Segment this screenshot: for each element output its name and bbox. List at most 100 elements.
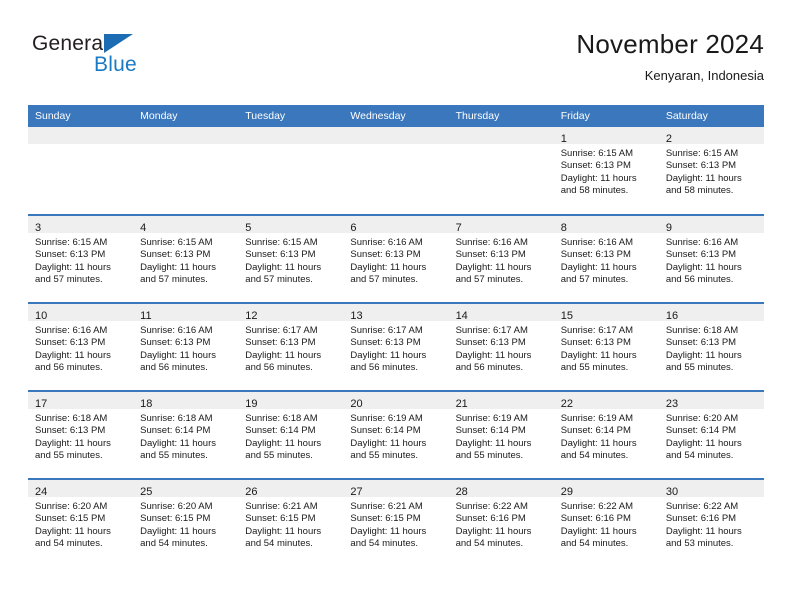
day-cell-inner: 3 Sunrise: 6:15 AM Sunset: 6:13 PM Daylight…	[28, 216, 134, 302]
weekday-header-thursday: Thursday	[448, 105, 554, 127]
daylight-text-line1: Daylight: 11 hours	[455, 525, 532, 537]
sunset-text: Sunset: 6:16 PM	[560, 513, 631, 525]
calendar-day-cell[interactable]: 11 Sunrise: 6:16 AM Sunset: 6:13 PM Dayligh…	[133, 302, 239, 391]
daylight-text-line1: Daylight: 11 hours	[455, 349, 532, 361]
calendar-day-cell[interactable]: 28 Sunrise: 6:22 AM Sunset: 6:16 PM Dayligh…	[448, 478, 554, 567]
calendar-day-cell-empty	[448, 127, 554, 215]
daylight-text-line1: Daylight: 11 hours	[665, 525, 742, 537]
day-number-band: 16	[658, 304, 764, 322]
sunrise-text: Sunrise: 6:21 AM	[245, 501, 318, 512]
daylight-text-line2: and 56 minutes.	[35, 362, 103, 374]
calendar-day-cell[interactable]: 5 Sunrise: 6:15 AM Sunset: 6:13 PM Daylight…	[238, 214, 344, 303]
calendar-day-cell[interactable]: 6 Sunrise: 6:16 AM Sunset: 6:13 PM Daylight…	[343, 214, 449, 303]
calendar-day-cell[interactable]: 16 Sunrise: 6:18 AM Sunset: 6:13 PM Dayligh…	[658, 302, 764, 391]
calendar-day-cell[interactable]: 8 Sunrise: 6:16 AM Sunset: 6:13 PM Daylight…	[553, 214, 659, 303]
calendar-day-cell[interactable]: 7 Sunrise: 6:16 AM Sunset: 6:13 PM Daylight…	[448, 214, 554, 303]
day-number: 23	[665, 398, 679, 410]
calendar-day-cell[interactable]: 3 Sunrise: 6:15 AM Sunset: 6:13 PM Daylight…	[28, 214, 134, 303]
daylight-text-line2: and 54 minutes.	[35, 538, 103, 550]
day-number: 2	[665, 133, 672, 145]
sunset-text: Sunset: 6:13 PM	[245, 337, 316, 349]
sunset-text: Sunset: 6:13 PM	[35, 337, 106, 349]
sunset-text: Sunset: 6:13 PM	[560, 160, 631, 172]
generalblue-logo[interactable]: General Blue	[32, 32, 192, 84]
calendar-day-cell[interactable]: 17 Sunrise: 6:18 AM Sunset: 6:13 PM Dayligh…	[28, 390, 134, 479]
calendar-day-cell[interactable]: 29 Sunrise: 6:22 AM Sunset: 6:16 PM Dayligh…	[553, 478, 659, 567]
daylight-text-line2: and 57 minutes.	[245, 274, 313, 286]
calendar-day-cell[interactable]: 1 Sunrise: 6:15 AM Sunset: 6:13 PM Daylight…	[553, 127, 659, 215]
daylight-text-line1: Daylight: 11 hours	[560, 261, 637, 273]
day-number-band: 3	[28, 216, 134, 234]
sunrise-text: Sunrise: 6:15 AM	[35, 237, 108, 248]
calendar-day-cell[interactable]: 15 Sunrise: 6:17 AM Sunset: 6:13 PM Dayligh…	[553, 302, 659, 391]
calendar-day-cell[interactable]: 10 Sunrise: 6:16 AM Sunset: 6:13 PM Dayligh…	[28, 302, 134, 391]
calendar-day-cell[interactable]: 27 Sunrise: 6:21 AM Sunset: 6:15 PM Dayligh…	[343, 478, 449, 567]
calendar-day-cell[interactable]: 19 Sunrise: 6:18 AM Sunset: 6:14 PM Dayligh…	[238, 390, 344, 479]
daylight-text-line1: Daylight: 11 hours	[245, 437, 322, 449]
day-number: 15	[560, 310, 573, 322]
daylight-text-line1: Daylight: 11 hours	[350, 437, 427, 449]
daylight-text-line1: Daylight: 11 hours	[560, 172, 637, 184]
daylight-text-line2: and 56 minutes.	[245, 362, 313, 374]
day-number-band: 4	[133, 216, 239, 234]
daylight-text-line2: and 55 minutes.	[350, 450, 419, 462]
calendar-day-cell[interactable]: 2 Sunrise: 6:15 AM Sunset: 6:13 PM Daylight…	[658, 127, 764, 215]
daylight-text-line2: and 54 minutes.	[665, 450, 734, 462]
calendar-day-cell[interactable]: 24 Sunrise: 6:20 AM Sunset: 6:15 PM Dayligh…	[28, 478, 134, 567]
day-cell-details: Sunrise: 6:16 AM Sunset: 6:13 PM Daylight:…	[133, 321, 238, 375]
sunrise-text: Sunrise: 6:22 AM	[560, 501, 634, 512]
day-cell-inner: 11 Sunrise: 6:16 AM Sunset: 6:13 PM Dayligh…	[133, 304, 239, 390]
day-cell-inner: 14 Sunrise: 6:17 AM Sunset: 6:13 PM Dayligh…	[448, 304, 554, 390]
daylight-text-line2: and 54 minutes.	[455, 538, 524, 550]
day-cell-inner: 22 Sunrise: 6:19 AM Sunset: 6:14 PM Dayligh…	[553, 392, 659, 478]
day-cell-details: Sunrise: 6:15 AM Sunset: 6:13 PM Daylight:…	[133, 233, 238, 287]
day-cell-inner: 5 Sunrise: 6:15 AM Sunset: 6:13 PM Daylight…	[238, 216, 344, 302]
calendar-day-cell[interactable]: 25 Sunrise: 6:20 AM Sunset: 6:15 PM Dayligh…	[133, 478, 239, 567]
day-cell-inner: 27 Sunrise: 6:21 AM Sunset: 6:15 PM Dayligh…	[343, 480, 449, 567]
calendar-day-cell[interactable]: 14 Sunrise: 6:17 AM Sunset: 6:13 PM Dayligh…	[448, 302, 554, 391]
daylight-text-line1: Daylight: 11 hours	[665, 261, 742, 273]
day-cell-inner: 16 Sunrise: 6:18 AM Sunset: 6:13 PM Dayligh…	[658, 304, 764, 390]
sunrise-text: Sunrise: 6:16 AM	[35, 325, 108, 336]
daylight-text-line2: and 57 minutes.	[560, 274, 629, 286]
sunset-text: Sunset: 6:14 PM	[245, 425, 316, 437]
day-number-band: 14	[448, 304, 554, 322]
day-cell-inner: 6 Sunrise: 6:16 AM Sunset: 6:13 PM Daylight…	[343, 216, 449, 302]
daylight-text-line2: and 58 minutes.	[665, 185, 734, 197]
calendar-day-cell[interactable]: 9 Sunrise: 6:16 AM Sunset: 6:13 PM Daylight…	[658, 214, 764, 303]
sunrise-text: Sunrise: 6:15 AM	[665, 148, 739, 159]
day-number: 3	[35, 222, 42, 234]
day-number: 4	[140, 222, 147, 234]
title-block: November 2024 Kenyaran, Indonesia	[576, 28, 764, 86]
day-number: 19	[245, 398, 258, 410]
day-number-band: 19	[238, 392, 344, 410]
day-number: 13	[350, 310, 363, 322]
day-number: 9	[665, 222, 672, 234]
day-number: 28	[455, 486, 468, 498]
day-cell-inner: 12 Sunrise: 6:17 AM Sunset: 6:13 PM Dayligh…	[238, 304, 344, 390]
calendar-day-cell[interactable]: 21 Sunrise: 6:19 AM Sunset: 6:14 PM Dayligh…	[448, 390, 554, 479]
calendar-grid: Sunday Monday Tuesday Wednesday Thursday Frid…	[28, 105, 764, 567]
calendar-day-cell[interactable]: 18 Sunrise: 6:18 AM Sunset: 6:14 PM Dayligh…	[133, 390, 239, 479]
sunrise-text: Sunrise: 6:19 AM	[350, 413, 423, 424]
sunrise-text: Sunrise: 6:19 AM	[455, 413, 528, 424]
day-cell-details: Sunrise: 6:20 AM Sunset: 6:15 PM Daylight:…	[28, 497, 133, 551]
calendar-day-cell[interactable]: 4 Sunrise: 6:15 AM Sunset: 6:13 PM Daylight…	[133, 214, 239, 303]
daylight-text-line1: Daylight: 11 hours	[245, 261, 322, 273]
day-cell-details: Sunrise: 6:15 AM Sunset: 6:13 PM Daylight:…	[28, 233, 133, 287]
calendar-day-cell[interactable]: 22 Sunrise: 6:19 AM Sunset: 6:14 PM Dayligh…	[553, 390, 659, 479]
sunset-text: Sunset: 6:13 PM	[350, 337, 421, 349]
calendar-day-cell[interactable]: 30 Sunrise: 6:22 AM Sunset: 6:16 PM Dayligh…	[658, 478, 764, 567]
day-number: 6	[350, 222, 357, 234]
calendar-day-cell[interactable]: 26 Sunrise: 6:21 AM Sunset: 6:15 PM Dayligh…	[238, 478, 344, 567]
calendar-day-cell[interactable]: 20 Sunrise: 6:19 AM Sunset: 6:14 PM Dayligh…	[343, 390, 449, 479]
calendar-day-cell[interactable]: 12 Sunrise: 6:17 AM Sunset: 6:13 PM Dayligh…	[238, 302, 344, 391]
sunrise-text: Sunrise: 6:18 AM	[665, 325, 739, 336]
calendar-day-cell[interactable]: 23 Sunrise: 6:20 AM Sunset: 6:14 PM Dayligh…	[658, 390, 764, 479]
calendar-day-cell[interactable]: 13 Sunrise: 6:17 AM Sunset: 6:13 PM Dayligh…	[343, 302, 449, 391]
weekday-header-sunday: Sunday	[28, 105, 134, 127]
sunrise-text: Sunrise: 6:20 AM	[665, 413, 739, 424]
day-number: 24	[35, 486, 48, 498]
day-number-band: 30	[658, 480, 764, 498]
day-number-band: 7	[448, 216, 554, 234]
